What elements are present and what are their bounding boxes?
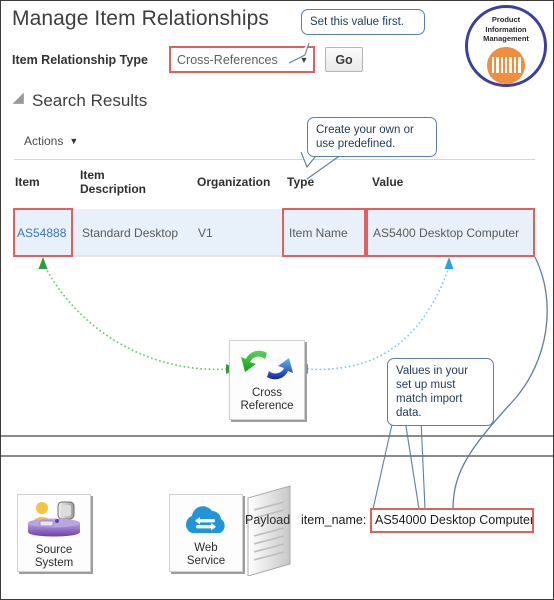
section-divider-bottom xyxy=(1,455,553,457)
cloud-exchange-icon xyxy=(185,506,225,533)
callout-create-your-own: Create your own or use predefined. xyxy=(307,117,437,157)
actions-menu[interactable]: Actions ▼ xyxy=(24,134,78,148)
search-results-section-header[interactable]: Search Results xyxy=(12,91,148,111)
chevron-down-icon: ▼ xyxy=(69,136,79,146)
payload-field-label: item_name: xyxy=(301,513,367,527)
logo-text: Product Information Management xyxy=(483,15,529,44)
logo-line-2: Information xyxy=(485,24,527,34)
cross-reference-arrows-icon xyxy=(241,350,293,380)
callout-values-must-match: Values in your set up must match import … xyxy=(387,358,494,426)
logo-line-1: Product xyxy=(491,15,521,24)
cross-reference-caption: Cross Reference xyxy=(240,387,294,412)
collapse-triangle-icon[interactable] xyxy=(12,92,30,110)
table-header-divider xyxy=(14,159,535,160)
diagram-canvas: Manage Item Relationships Product Inform… xyxy=(0,0,554,600)
highlight-box-item xyxy=(13,208,73,257)
highlight-box-type xyxy=(282,208,366,257)
column-header-item[interactable]: Item xyxy=(15,175,40,189)
logo-line-3: Management xyxy=(483,34,529,43)
cross-reference-icon[interactable]: Cross Reference xyxy=(229,340,305,420)
source-system-caption: Source System xyxy=(34,544,74,569)
product-information-management-logo: Product Information Management xyxy=(465,5,547,87)
item-relationship-type-select[interactable]: Cross-References ▼ xyxy=(169,46,315,73)
page-title: Manage Item Relationships xyxy=(12,7,269,30)
go-button[interactable]: Go xyxy=(325,47,363,72)
cell-item-description: Standard Desktop xyxy=(82,226,179,240)
search-results-title: Search Results xyxy=(32,91,148,110)
payload-document-icon xyxy=(247,485,291,576)
actions-menu-label: Actions xyxy=(24,134,64,148)
section-divider-top xyxy=(1,435,553,437)
source-system-icon[interactable]: Source System xyxy=(17,494,91,572)
callout-set-value-first: Set this value first. xyxy=(301,9,425,35)
item-relationship-type-value: Cross-References xyxy=(177,52,278,67)
column-header-organization[interactable]: Organization xyxy=(197,175,270,189)
source-system-glyph-icon xyxy=(28,501,80,537)
chevron-down-icon: ▼ xyxy=(299,54,309,65)
barcode-icon xyxy=(487,46,525,84)
highlight-box-payload-value xyxy=(370,508,534,533)
column-header-value[interactable]: Value xyxy=(372,175,403,189)
highlight-box-value xyxy=(366,208,535,257)
web-service-caption: Web Service xyxy=(186,542,226,567)
column-header-item-description[interactable]: Item Description xyxy=(80,168,146,196)
web-service-icon[interactable]: Web Service xyxy=(169,494,243,572)
item-relationship-type-label: Item Relationship Type xyxy=(12,53,148,67)
column-header-type[interactable]: Type xyxy=(287,175,314,189)
payload-label: Payload xyxy=(245,513,291,527)
cell-organization: V1 xyxy=(198,226,213,240)
